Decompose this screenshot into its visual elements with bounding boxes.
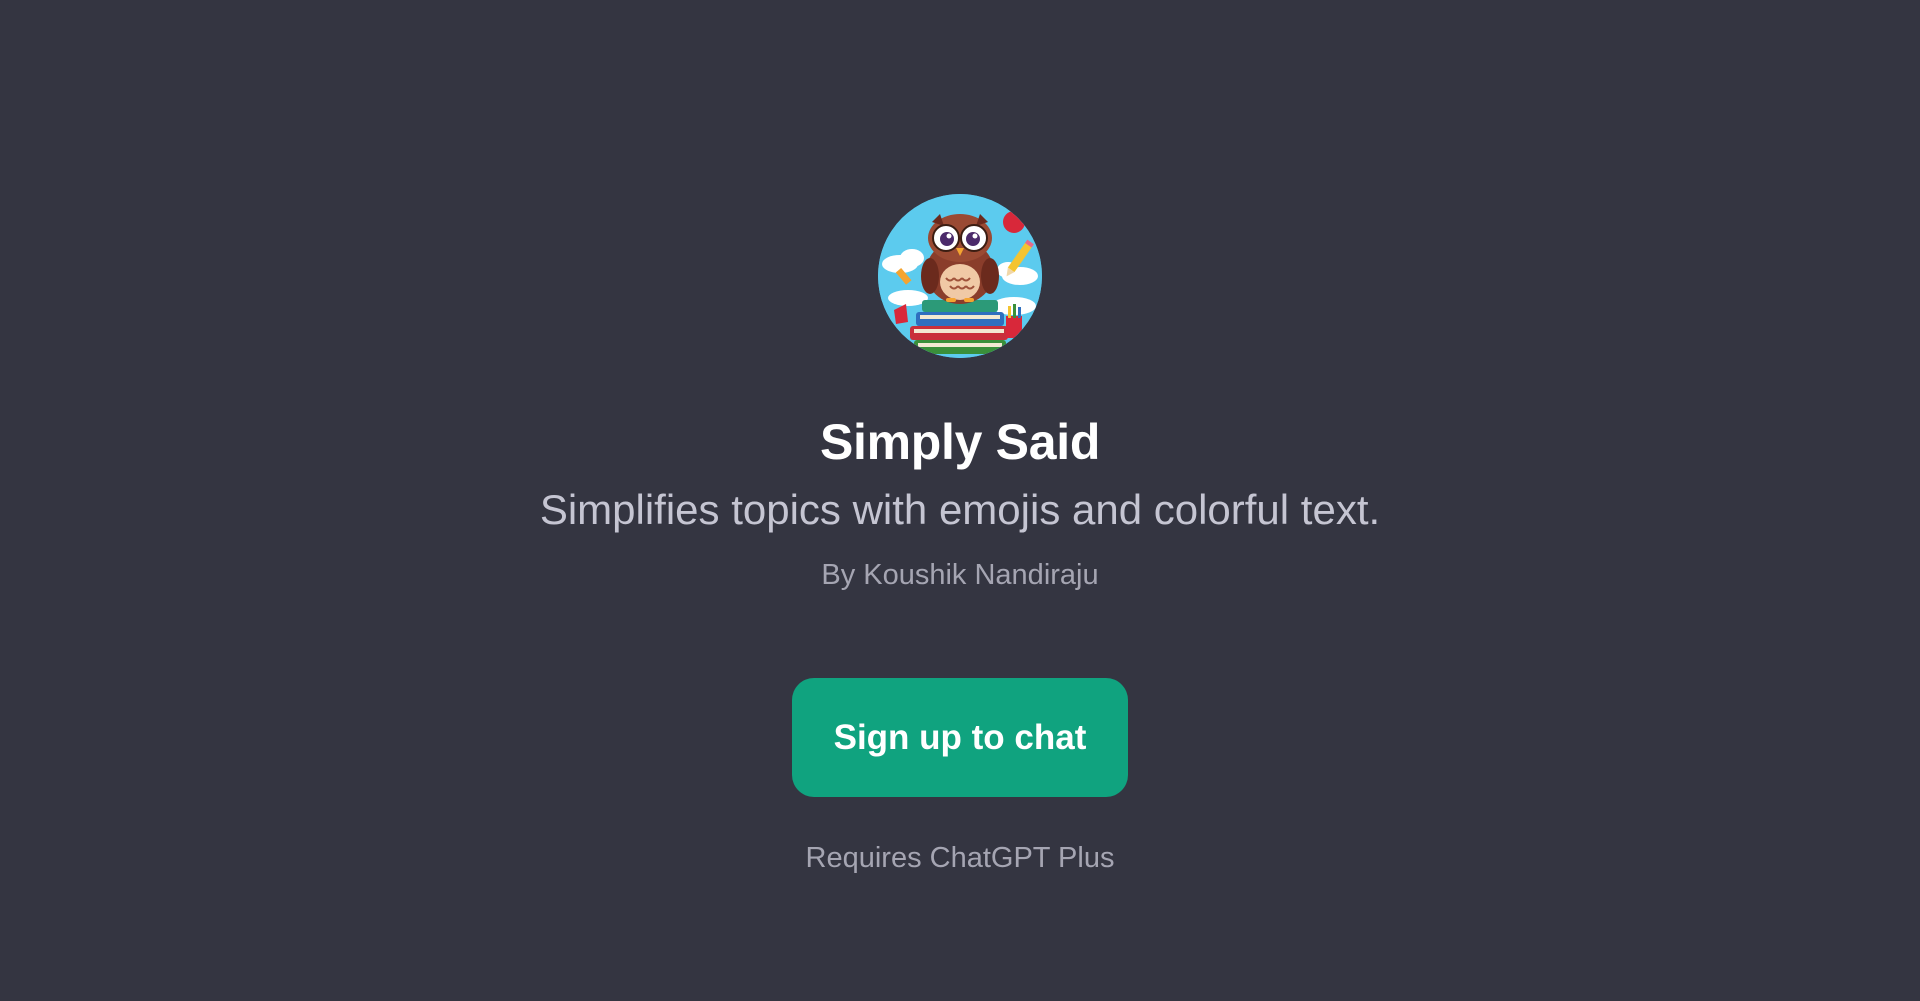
sign-up-to-chat-button[interactable]: Sign up to chat bbox=[792, 678, 1128, 797]
requirement-note: Requires ChatGPT Plus bbox=[805, 842, 1115, 874]
gpt-avatar bbox=[878, 194, 1042, 358]
gpt-landing-page: Simply Said Simplifies topics with emoji… bbox=[0, 0, 1920, 1001]
gpt-title: Simply Said bbox=[819, 414, 1101, 470]
owl-on-books-icon bbox=[878, 194, 1042, 358]
gpt-author: By Koushik Nandiraju bbox=[821, 559, 1099, 591]
gpt-description: Simplifies topics with emojis and colorf… bbox=[539, 486, 1381, 533]
